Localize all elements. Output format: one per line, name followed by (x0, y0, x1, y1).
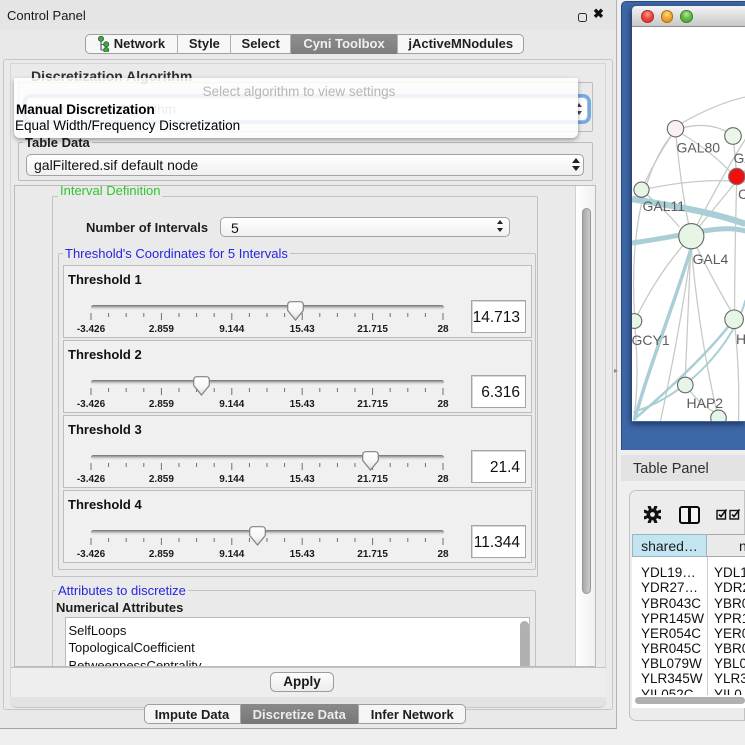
svg-text:C: C (738, 186, 745, 202)
svg-text:GA: GA (733, 150, 745, 166)
svg-text:H: H (736, 331, 745, 347)
svg-text:GAL80: GAL80 (676, 140, 720, 156)
svg-text:GCY1: GCY1 (632, 332, 670, 348)
svg-text:GAL11: GAL11 (642, 198, 685, 214)
svg-text:HAP2: HAP2 (686, 395, 723, 411)
svg-text:GAL4: GAL4 (692, 251, 728, 267)
